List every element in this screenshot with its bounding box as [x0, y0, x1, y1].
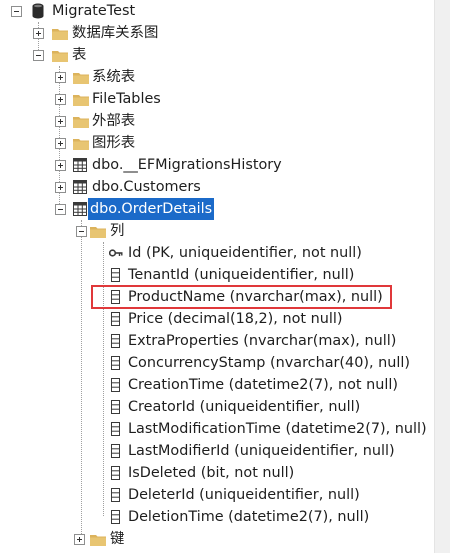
- column-icon: [111, 466, 120, 480]
- tree-node-label: ConcurrencyStamp (nvarchar(40), null): [128, 355, 410, 371]
- tree-node-label: 数据库关系图: [72, 25, 159, 41]
- folder-icon: [52, 51, 68, 62]
- column-icon: [111, 510, 120, 524]
- expand-toggle[interactable]: [55, 138, 66, 149]
- tree-node-label: 键: [110, 531, 125, 547]
- folder-icon: [90, 227, 106, 238]
- tree-node-label: TenantId (uniqueidentifier, null): [128, 267, 355, 283]
- expand-toggle[interactable]: [55, 72, 66, 83]
- table-icon: [73, 202, 87, 216]
- tree-node-label: IsDeleted (bit, not null): [128, 465, 295, 481]
- tree-node-label: Price (decimal(18,2), not null): [128, 311, 343, 327]
- tree-node-label: DeleterId (uniqueidentifier, null): [128, 487, 360, 503]
- column-icon: [111, 378, 120, 392]
- tree-node-label: dbo.__EFMigrationsHistory: [92, 157, 282, 173]
- object-explorer-tree: MigrateTest 数据库关系图 表 系统表 FileTables 外部表 …: [0, 0, 432, 553]
- folder-icon: [73, 95, 89, 106]
- tree-node-label: FileTables: [92, 91, 161, 107]
- table-icon: [73, 180, 87, 194]
- tree-node-label: 表: [72, 47, 87, 63]
- folder-icon: [90, 535, 106, 546]
- folder-icon: [73, 73, 89, 84]
- highlight-annotation-box: [91, 285, 392, 309]
- database-icon: [32, 3, 44, 19]
- expand-toggle[interactable]: [55, 182, 66, 193]
- column-icon: [111, 356, 120, 370]
- column-icon: [111, 334, 120, 348]
- expand-toggle[interactable]: [74, 534, 85, 545]
- tree-node-label: dbo.Customers: [92, 179, 201, 195]
- table-icon: [73, 158, 87, 172]
- folder-icon: [52, 29, 68, 40]
- column-icon: [111, 444, 120, 458]
- column-icon: [111, 422, 120, 436]
- tree-node-label: ExtraProperties (nvarchar(max), null): [128, 333, 397, 349]
- tree-guide-line: [103, 242, 104, 516]
- expand-toggle[interactable]: [55, 160, 66, 171]
- collapse-toggle[interactable]: [76, 226, 87, 237]
- tree-node-label: 图形表: [92, 135, 136, 151]
- tree-node-label: dbo.OrderDetails: [88, 198, 215, 220]
- column-icon: [111, 488, 120, 502]
- collapse-toggle[interactable]: [11, 6, 22, 17]
- tree-node-label: 列: [110, 223, 125, 239]
- tree-node-label: CreationTime (datetime2(7), not null): [128, 377, 398, 393]
- key-icon: [109, 249, 123, 257]
- folder-icon: [73, 117, 89, 128]
- column-icon: [111, 312, 120, 326]
- tree-node-label: DeletionTime (datetime2(7), null): [128, 509, 370, 525]
- column-icon: [111, 400, 120, 414]
- vertical-scrollbar[interactable]: [434, 0, 450, 553]
- expand-toggle[interactable]: [55, 116, 66, 127]
- collapse-toggle[interactable]: [55, 204, 66, 215]
- tree-node-label: 系统表: [92, 69, 136, 85]
- tree-guide-line: [81, 220, 82, 538]
- column-icon: [111, 268, 120, 282]
- tree-node-label: 外部表: [92, 113, 136, 129]
- collapse-toggle[interactable]: [33, 50, 44, 61]
- tree-node-label: CreatorId (uniqueidentifier, null): [128, 399, 361, 415]
- expand-toggle[interactable]: [33, 28, 44, 39]
- expand-toggle[interactable]: [55, 94, 66, 105]
- tree-node-label: LastModifierId (uniqueidentifier, null): [128, 443, 395, 459]
- folder-icon: [73, 139, 89, 150]
- tree-node-label: Id (PK, uniqueidentifier, not null): [128, 245, 362, 261]
- tree-node-label: MigrateTest: [52, 3, 136, 19]
- tree-node-label: LastModificationTime (datetime2(7), null…: [128, 421, 427, 437]
